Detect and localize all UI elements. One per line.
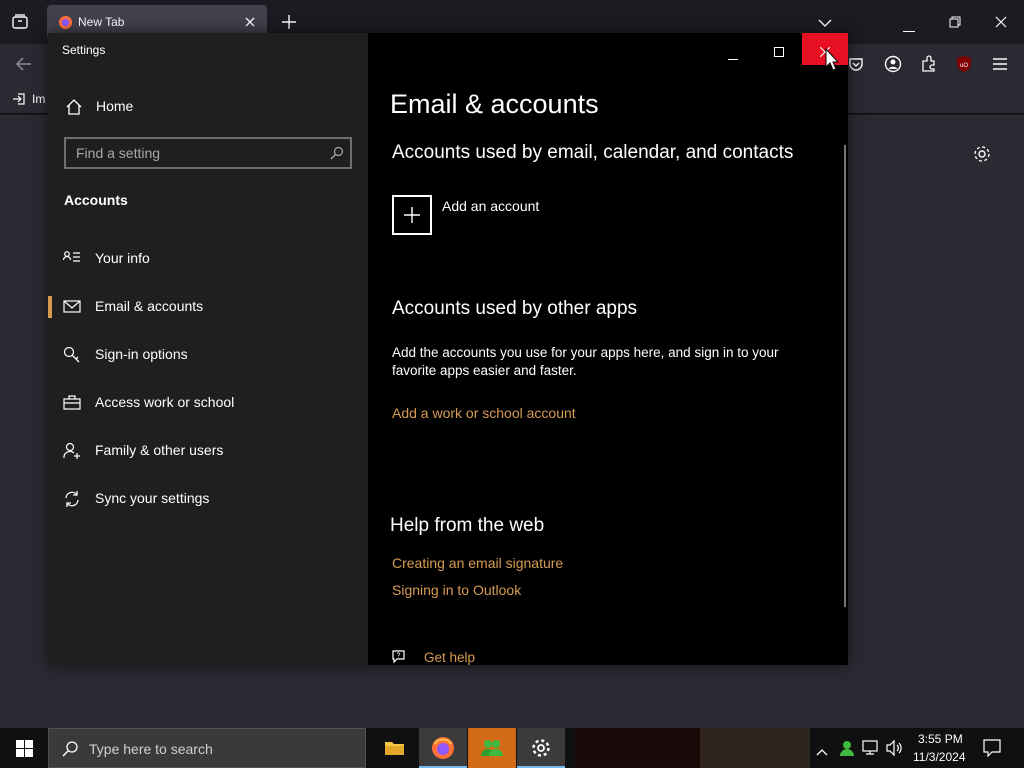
window-title: Settings bbox=[62, 43, 106, 57]
search-icon[interactable] bbox=[330, 146, 344, 165]
help-link-email-signature[interactable]: Creating an email signature bbox=[392, 555, 563, 571]
newtab-settings-gear-icon[interactable] bbox=[973, 145, 991, 168]
app-menu-hamburger-icon[interactable] bbox=[992, 57, 1008, 76]
sidebar-item-label: Your info bbox=[95, 250, 150, 266]
account-icon[interactable] bbox=[884, 55, 902, 78]
user-app-taskbar-button[interactable] bbox=[468, 728, 516, 768]
close-tab-icon[interactable] bbox=[244, 15, 256, 33]
sidebar-item-access-work-school[interactable]: Access work or school bbox=[48, 382, 368, 422]
show-hidden-icons-chevron-icon[interactable] bbox=[816, 743, 828, 761]
section-heading-help: Help from the web bbox=[390, 515, 545, 536]
clock-date[interactable]: 11/3/2024 bbox=[913, 750, 966, 764]
mouse-cursor-icon bbox=[825, 47, 840, 77]
sidebar-item-family-users[interactable]: Family & other users bbox=[48, 430, 368, 470]
settings-window: Settings Home Find a setting Accounts Yo… bbox=[48, 33, 848, 665]
section-heading-other-apps: Accounts used by other apps bbox=[392, 298, 638, 319]
plus-icon bbox=[392, 195, 432, 235]
settings-sidebar: Settings Home Find a setting Accounts Yo… bbox=[48, 33, 368, 665]
people-icon bbox=[480, 736, 504, 765]
selected-indicator bbox=[48, 296, 52, 318]
section-heading-email-calendar: Accounts used by email, calendar, and co… bbox=[392, 142, 794, 163]
section-description: Add the accounts you use for your apps h… bbox=[392, 345, 779, 378]
sidebar-item-sign-in-options[interactable]: Sign-in options bbox=[48, 334, 368, 374]
import-bookmarks-label[interactable]: Im bbox=[32, 92, 45, 106]
section-heading-accounts: Accounts bbox=[64, 192, 128, 208]
sidebar-item-sync-settings[interactable]: Sync your settings bbox=[48, 478, 368, 518]
search-icon bbox=[61, 740, 79, 763]
maximize-button[interactable] bbox=[756, 33, 802, 65]
network-icon[interactable] bbox=[862, 740, 880, 761]
maximize-icon bbox=[774, 44, 784, 62]
sidebar-item-email-accounts[interactable]: Email & accounts bbox=[48, 286, 368, 326]
sidebar-item-label: Sync your settings bbox=[95, 490, 210, 506]
sidebar-item-label: Sign-in options bbox=[95, 346, 188, 362]
svg-text:?: ? bbox=[397, 653, 401, 660]
add-work-school-link[interactable]: Add a work or school account bbox=[392, 405, 576, 421]
sidebar-item-your-info[interactable]: Your info bbox=[48, 238, 368, 278]
browser-close-icon[interactable] bbox=[995, 15, 1007, 33]
key-icon bbox=[63, 346, 81, 364]
pocket-icon[interactable] bbox=[848, 56, 864, 77]
taskbar-search-placeholder: Type here to search bbox=[89, 741, 213, 757]
chat-help-icon: ? bbox=[392, 649, 410, 665]
tab-overview-icon[interactable] bbox=[11, 13, 29, 36]
minimize-button[interactable] bbox=[710, 33, 756, 65]
add-account-label: Add an account bbox=[442, 198, 540, 214]
new-tab-icon[interactable] bbox=[281, 14, 297, 35]
volume-icon[interactable] bbox=[886, 739, 904, 761]
extensions-icon[interactable] bbox=[920, 55, 938, 78]
taskbar-wallpaper-strip bbox=[700, 728, 810, 768]
notifications-icon[interactable] bbox=[983, 739, 1001, 762]
sidebar-item-home[interactable]: Home bbox=[48, 86, 368, 126]
sidebar-item-label: Family & other users bbox=[95, 442, 224, 458]
svg-text:uO: uO bbox=[960, 63, 968, 69]
settings-content: Email & accounts Accounts used by email,… bbox=[368, 33, 848, 665]
browser-restore-icon[interactable] bbox=[949, 15, 961, 33]
sidebar-item-label: Email & accounts bbox=[95, 298, 204, 314]
sync-icon bbox=[63, 490, 81, 508]
taskbar-search-box[interactable]: Type here to search bbox=[48, 728, 366, 768]
home-icon bbox=[65, 98, 83, 116]
search-placeholder: Find a setting bbox=[76, 145, 161, 161]
ublock-origin-icon[interactable]: uO bbox=[955, 55, 973, 78]
sidebar-item-label: Home bbox=[96, 98, 134, 114]
tray-app-icon[interactable] bbox=[838, 739, 856, 762]
browser-minimize-icon[interactable] bbox=[903, 20, 915, 38]
help-link-signing-outlook[interactable]: Signing in to Outlook bbox=[392, 582, 521, 598]
person-card-icon bbox=[62, 250, 81, 268]
get-help-label: Get help bbox=[424, 650, 476, 665]
briefcase-icon bbox=[63, 394, 81, 412]
scrollbar[interactable] bbox=[844, 145, 846, 607]
taskbar: Type here to search 3:55 PM 11/3/2024 bbox=[0, 728, 1024, 768]
firefox-favicon-icon bbox=[58, 15, 73, 35]
get-help-link[interactable]: ? Get help bbox=[392, 647, 512, 665]
add-account-button[interactable]: Add an account bbox=[392, 195, 652, 235]
minimize-icon bbox=[728, 48, 738, 66]
firefox-taskbar-button[interactable] bbox=[419, 728, 467, 768]
find-setting-search-input[interactable]: Find a setting bbox=[64, 137, 352, 169]
windows-start-icon[interactable] bbox=[16, 740, 33, 762]
page-title: Email & accounts bbox=[390, 89, 599, 119]
folder-icon bbox=[384, 739, 405, 762]
person-add-icon bbox=[63, 442, 81, 460]
import-bookmarks-icon[interactable] bbox=[12, 92, 26, 111]
back-arrow-icon[interactable] bbox=[15, 56, 33, 77]
file-explorer-taskbar-button[interactable] bbox=[370, 728, 418, 768]
firefox-icon bbox=[431, 736, 455, 765]
gear-icon bbox=[531, 738, 551, 763]
clock-time[interactable]: 3:55 PM bbox=[918, 732, 963, 746]
sidebar-item-label: Access work or school bbox=[95, 394, 235, 410]
mail-icon bbox=[63, 298, 81, 316]
tab-title: New Tab bbox=[78, 15, 125, 29]
list-tabs-chevron-icon[interactable] bbox=[818, 15, 832, 33]
settings-taskbar-button[interactable] bbox=[517, 728, 565, 768]
